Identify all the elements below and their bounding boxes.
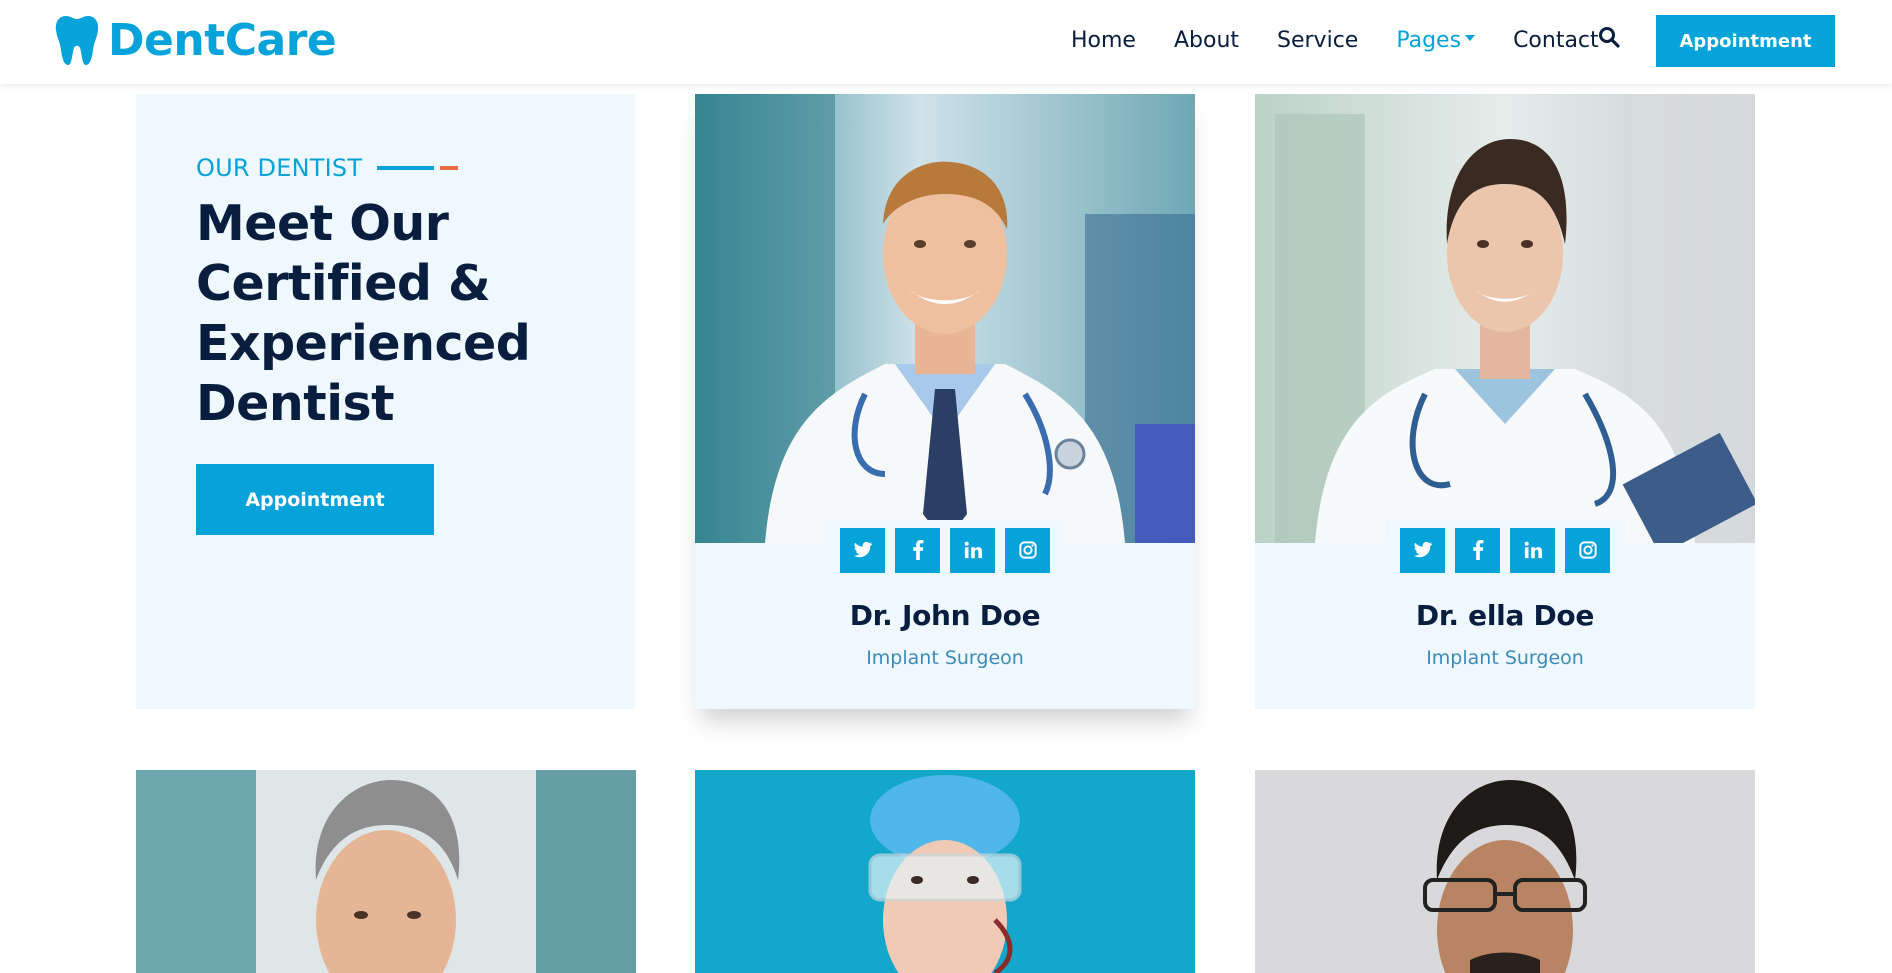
nav-appointment-button[interactable]: Appointment <box>1656 15 1835 67</box>
facebook-button[interactable] <box>1455 527 1500 573</box>
nav-pages-dropdown[interactable]: Pages <box>1396 27 1476 53</box>
section-title: Meet Our Certified & Experienced Dentist <box>196 195 531 432</box>
brand-logo[interactable]: DentCare <box>54 14 337 66</box>
eyebrow-accent-divider <box>440 166 459 170</box>
intro-card: OUR DENTIST Meet Our Certified & Experie… <box>136 94 635 709</box>
doctor-photo <box>1255 770 1755 973</box>
social-links <box>1385 520 1625 580</box>
doctor-photo <box>1255 94 1755 543</box>
doctor-photo <box>136 770 636 973</box>
linkedin-button[interactable] <box>950 527 995 573</box>
search-icon <box>1599 27 1620 48</box>
nav-home[interactable]: Home <box>1071 28 1136 53</box>
linkedin-icon <box>964 541 982 559</box>
doctor-role: Implant Surgeon <box>1426 647 1584 669</box>
eyebrow-text: OUR DENTIST <box>196 154 363 182</box>
facebook-icon <box>912 540 923 560</box>
doctor-name: Dr. John Doe <box>849 599 1041 632</box>
instagram-button[interactable] <box>1565 527 1610 573</box>
main-nav: Home About Service Pages Contact <box>1071 22 1637 58</box>
instagram-button[interactable] <box>1005 527 1050 573</box>
instagram-icon <box>1578 541 1597 559</box>
facebook-button[interactable] <box>895 527 940 573</box>
nav-pages-label: Pages <box>1396 27 1462 53</box>
team-card: Dr. John Doe Implant Surgeon <box>695 94 1195 709</box>
doctor-name: Dr. ella Doe <box>1415 599 1595 632</box>
doctor-photo <box>695 770 1195 973</box>
linkedin-button[interactable] <box>1510 527 1555 573</box>
linkedin-icon <box>1524 541 1542 559</box>
nav-service[interactable]: Service <box>1277 28 1358 53</box>
twitter-icon <box>853 541 872 558</box>
brand-name: DentCare <box>108 14 337 66</box>
twitter-icon <box>1413 541 1432 558</box>
intro-appointment-button[interactable]: Appointment <box>196 464 434 535</box>
section-eyebrow: OUR DENTIST <box>196 154 459 182</box>
facebook-icon <box>1472 540 1483 560</box>
nav-about[interactable]: About <box>1174 28 1239 53</box>
navbar: DentCare Home About Service Pages Contac… <box>0 0 1892 84</box>
social-links <box>825 520 1065 580</box>
twitter-button[interactable] <box>840 527 885 573</box>
twitter-button[interactable] <box>1400 527 1445 573</box>
doctor-role: Implant Surgeon <box>866 647 1024 669</box>
nav-contact[interactable]: Contact <box>1513 28 1599 53</box>
instagram-icon <box>1018 541 1037 559</box>
search-button[interactable] <box>1598 26 1624 52</box>
chevron-down-icon <box>1465 34 1476 41</box>
doctor-photo <box>695 94 1195 543</box>
tooth-icon <box>55 16 99 65</box>
eyebrow-divider <box>377 166 435 170</box>
team-card: Dr. ella Doe Implant Surgeon <box>1255 94 1755 709</box>
